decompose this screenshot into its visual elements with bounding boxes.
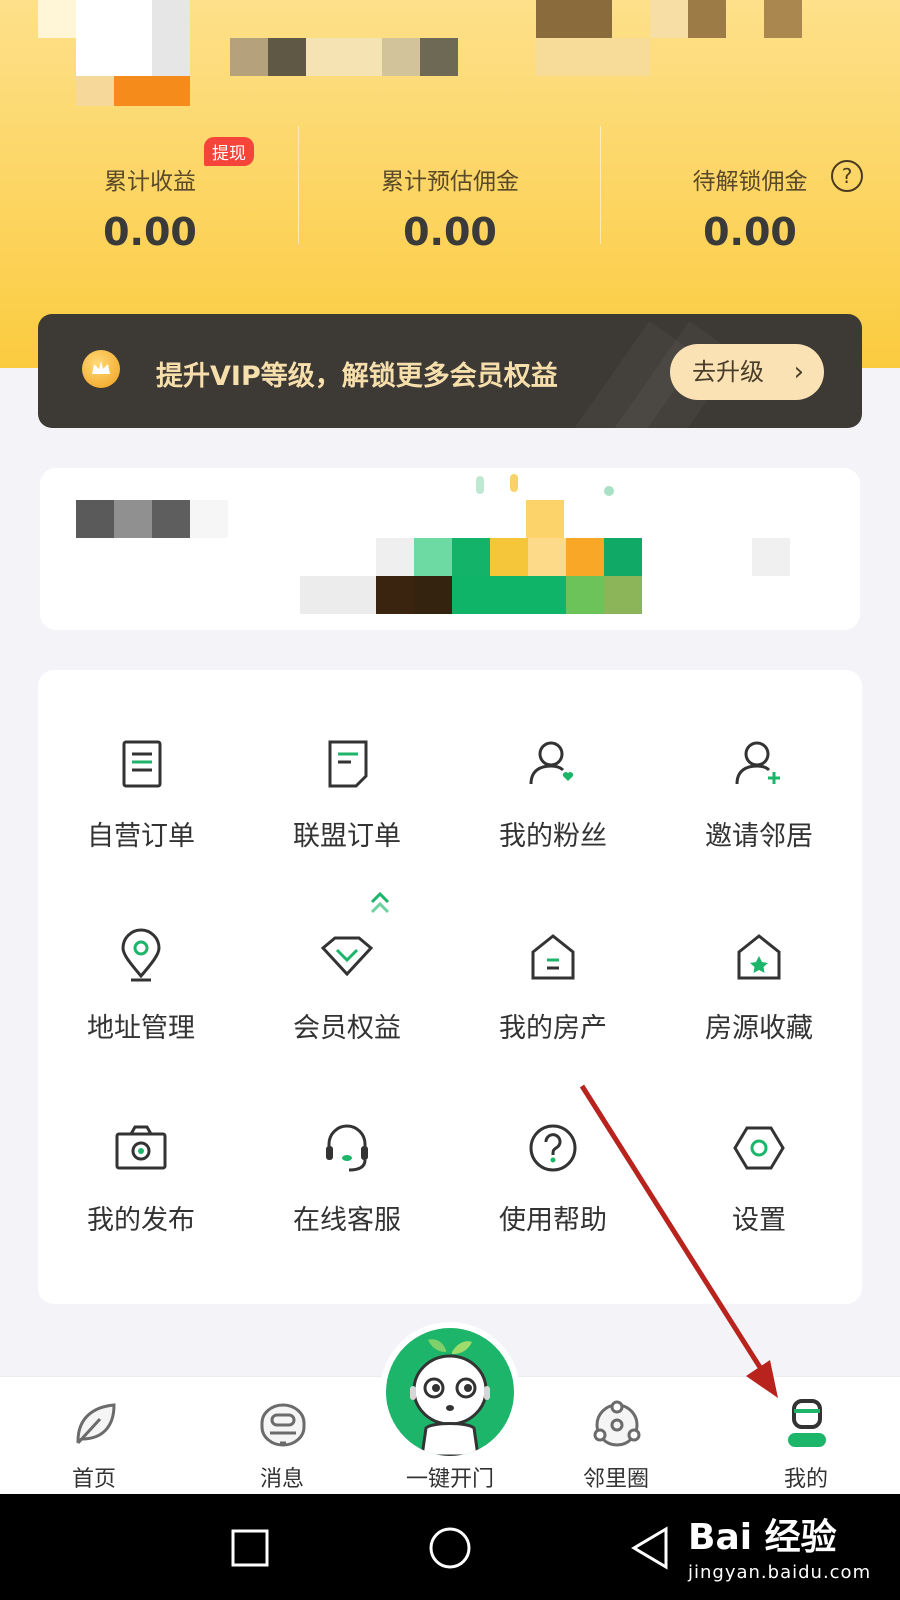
location-icon [121, 928, 161, 982]
house-star-icon [737, 934, 781, 980]
menu-item-address[interactable]: 地址管理 [38, 862, 244, 1054]
upgrade-button-label: 去升级 [692, 358, 764, 386]
earnings-stats: 累计收益 0.00 累计预估佣金 0.00 待解锁佣金 0.00 [0, 120, 900, 254]
stat-value: 0.00 [403, 210, 497, 254]
back-icon[interactable] [630, 1526, 670, 1570]
settings-icon [733, 1126, 785, 1170]
stat-label: 累计收益 [104, 169, 196, 195]
neighborhood-icon [593, 1400, 641, 1447]
tab-label: 一键开门 [405, 1467, 494, 1492]
self-order-icon [122, 740, 162, 788]
menu-item-label: 使用帮助 [499, 1205, 607, 1236]
crown-icon [82, 350, 120, 388]
menu-item-label: 我的房产 [499, 1013, 607, 1044]
menu-item-help[interactable]: 使用帮助 [450, 1054, 656, 1246]
menu-item-my-property[interactable]: 我的房产 [450, 862, 656, 1054]
help-icon[interactable]: ? [831, 160, 863, 192]
diamond-icon [320, 936, 374, 977]
house-icon [531, 934, 575, 980]
vip-promo-text: 提升VIP等级，解锁更多会员权益 [156, 361, 558, 392]
menu-item-label: 会员权益 [293, 1013, 401, 1044]
menu-item-label: 地址管理 [87, 1013, 195, 1044]
menu-item-online-service[interactable]: 在线客服 [244, 1054, 450, 1246]
menu-item-label: 我的粉丝 [499, 821, 607, 852]
message-icon [260, 1403, 306, 1447]
leaf-icon [76, 1403, 116, 1445]
withdraw-badge[interactable]: 提现 [204, 137, 254, 166]
help-icon [529, 1124, 577, 1172]
tab-label: 我的 [783, 1467, 828, 1492]
profile-icon [788, 1399, 826, 1447]
menu-item-label: 邀请邻居 [705, 821, 813, 852]
menu-item-label: 自营订单 [87, 821, 195, 852]
tab-label: 首页 [71, 1467, 116, 1492]
menu-item-saved-listings[interactable]: 房源收藏 [656, 862, 862, 1054]
upgrade-arrows-icon [370, 891, 390, 914]
menu-item-my-posts[interactable]: 我的发布 [38, 1054, 244, 1246]
promo-banner[interactable] [40, 468, 860, 630]
stat-value: 0.00 [103, 210, 197, 254]
menu-item-label: 设置 [732, 1205, 786, 1236]
menu-item-invite-neighbor[interactable]: 邀请邻居 [656, 670, 862, 862]
tab-messages[interactable]: 消息 [222, 1377, 342, 1495]
watermark-brand: Bai 经验 [688, 1517, 837, 1558]
tab-label: 消息 [259, 1467, 304, 1492]
upgrade-button[interactable]: 去升级 › [670, 344, 824, 400]
stat-value: 0.00 [703, 210, 797, 254]
watermark-url: jingyan.baidu.com [688, 1562, 872, 1583]
menu-item-my-fans[interactable]: 我的粉丝 [450, 670, 656, 862]
chevron-right-icon: › [793, 357, 804, 387]
menu-item-alliance-order[interactable]: 联盟订单 [244, 670, 450, 862]
recent-apps-icon[interactable] [230, 1528, 270, 1568]
tab-label: 邻里圈 [582, 1467, 649, 1492]
function-menu: 自营订单 联盟订单 我的粉丝 邀请邻居 地址管理 会员权益 我的房产 房源收藏 … [38, 670, 862, 1304]
fans-icon [529, 741, 574, 785]
tab-mine[interactable]: 我的 [746, 1377, 866, 1495]
camera-icon [115, 1125, 167, 1170]
tab-home[interactable]: 首页 [34, 1377, 154, 1495]
menu-item-label: 我的发布 [87, 1205, 195, 1236]
stat-total-earnings[interactable]: 累计收益 0.00 [0, 120, 300, 254]
robot-door-icon [410, 1339, 490, 1456]
one-click-open-button[interactable] [380, 1322, 520, 1462]
vip-upgrade-banner[interactable]: 提升VIP等级，解锁更多会员权益 去升级 › [38, 314, 862, 428]
menu-item-member-benefits[interactable]: 会员权益 [244, 862, 450, 1054]
menu-item-label: 联盟订单 [293, 821, 401, 852]
menu-item-label: 在线客服 [293, 1205, 401, 1236]
baidu-watermark: Bai 经验 jingyan.baidu.com [688, 1508, 871, 1583]
home-icon[interactable] [428, 1526, 472, 1570]
tab-neighborhood[interactable]: 邻里圈 [556, 1377, 676, 1495]
menu-item-settings[interactable]: 设置 [656, 1054, 862, 1246]
alliance-order-icon [328, 740, 368, 788]
menu-item-label: 房源收藏 [705, 1013, 813, 1044]
stat-estimated-commission[interactable]: 累计预估佣金 0.00 [300, 120, 600, 254]
invite-neighbor-icon [735, 741, 780, 785]
headset-icon [326, 1124, 368, 1172]
menu-item-self-order[interactable]: 自营订单 [38, 670, 244, 862]
stat-label: 累计预估佣金 [381, 169, 519, 195]
